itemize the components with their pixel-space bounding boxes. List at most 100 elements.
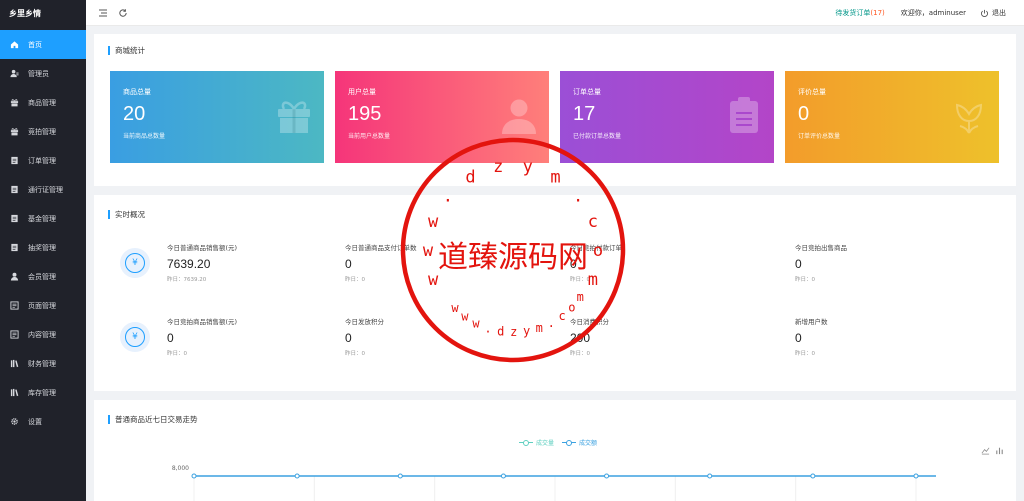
- svg-text:c: c: [588, 212, 598, 232]
- svg-text:.: .: [548, 316, 555, 330]
- sidebar-item-12[interactable]: 库存管理: [0, 378, 86, 407]
- sidebar-item-label: 首页: [28, 40, 42, 49]
- page-icon: [9, 330, 19, 340]
- realtime-value: 7639.20: [167, 257, 211, 271]
- pending-orders-link[interactable]: 待发货订单(17): [835, 8, 884, 18]
- sidebar-item-4[interactable]: 订单管理: [0, 146, 86, 175]
- y-tick-label: 8,000: [172, 465, 189, 472]
- realtime-prev: 昨日：0: [345, 351, 365, 357]
- trend-chart: 8,000: [172, 465, 936, 501]
- sidebar-item-10[interactable]: 内容管理: [0, 320, 86, 349]
- svg-text:o: o: [593, 241, 603, 261]
- svg-text:o: o: [568, 300, 575, 314]
- watermark-seal: 道臻源码网 www.dz ym.com ww w. d z y m. com: [400, 137, 626, 363]
- pending-orders-count: (17): [870, 9, 885, 17]
- sidebar-item-label: 财务管理: [28, 359, 56, 368]
- list-icon: [9, 243, 19, 253]
- sidebar-item-7[interactable]: 抽奖管理: [0, 233, 86, 262]
- realtime-value: 0: [345, 331, 352, 345]
- realtime-title: 实时概况: [115, 209, 145, 219]
- brand-title: 乡里乡情: [9, 9, 41, 18]
- list-icon: [9, 214, 19, 224]
- sidebar-item-8[interactable]: 会员管理: [0, 262, 86, 291]
- realtime-label: 今日普通商品销售额(元): [167, 244, 238, 252]
- svg-text:m: m: [588, 270, 598, 290]
- data-point[interactable]: [707, 473, 713, 479]
- user-icon: [9, 272, 19, 282]
- welcome-text: 欢迎你，adminuser: [900, 9, 966, 17]
- sidebar-item-label: 通行证管理: [28, 185, 63, 194]
- gear-icon: [9, 417, 19, 427]
- sidebar-item-2[interactable]: 商品管理: [0, 88, 86, 117]
- stat-card: 商品总量 20 当前商品总数量: [110, 71, 324, 163]
- realtime-prev: 昨日：7639.20: [167, 277, 207, 283]
- stat-card: 评价总量 0 订单评价总数量: [785, 71, 999, 163]
- gift-icon: [278, 101, 310, 133]
- refresh-icon[interactable]: [117, 7, 129, 19]
- books-icon: [9, 388, 19, 398]
- mall-stats-title: 商城统计: [115, 45, 145, 55]
- data-point[interactable]: [810, 473, 816, 479]
- svg-text:z: z: [493, 157, 503, 177]
- svg-text:m: m: [577, 290, 584, 304]
- sidebar-item-label: 订单管理: [28, 156, 56, 165]
- svg-text:y: y: [523, 157, 533, 177]
- logout-button[interactable]: 退出: [980, 8, 1006, 18]
- sidebar: 乡里乡情 首页管理员商品管理竞拍管理订单管理通行证管理基金管理抽奖管理会员管理页…: [0, 0, 86, 501]
- data-point[interactable]: [294, 473, 300, 479]
- top-bar: 待发货订单(17) 欢迎你，adminuser 退出: [86, 0, 1024, 26]
- sidebar-item-6[interactable]: 基金管理: [0, 204, 86, 233]
- svg-text:.: .: [443, 186, 453, 206]
- sidebar-item-label: 管理员: [28, 69, 49, 78]
- realtime-item: ¥ 今日普通商品销售额(元) 7639.20 昨日：7639.20: [120, 242, 340, 294]
- realtime-prev: 昨日：0: [167, 351, 187, 357]
- data-point[interactable]: [913, 473, 919, 479]
- sidebar-item-label: 基金管理: [28, 214, 56, 223]
- sidebar-item-label: 库存管理: [28, 388, 56, 397]
- sidebar-item-label: 内容管理: [28, 330, 56, 339]
- data-point[interactable]: [604, 473, 610, 479]
- sidebar-item-1[interactable]: 管理员: [0, 59, 86, 88]
- realtime-value: 0: [345, 257, 352, 271]
- admin-user-icon: [9, 69, 19, 79]
- realtime-item: 新增用户数 0 昨日：0: [795, 316, 1015, 368]
- svg-text:w: w: [451, 301, 459, 315]
- data-point[interactable]: [500, 473, 506, 479]
- gift-icon: [9, 98, 19, 108]
- data-point[interactable]: [397, 473, 403, 479]
- user-icon: [502, 99, 536, 134]
- svg-text:w: w: [428, 212, 439, 232]
- realtime-value: 0: [795, 331, 802, 345]
- svg-text:c: c: [558, 309, 565, 323]
- sidebar-item-13[interactable]: 设置: [0, 407, 86, 436]
- realtime-prev: 昨日：0: [345, 277, 365, 283]
- sidebar-item-9[interactable]: 页面管理: [0, 291, 86, 320]
- power-icon: [981, 9, 988, 17]
- clipboard-icon: [730, 97, 758, 133]
- sidebar-item-5[interactable]: 通行证管理: [0, 175, 86, 204]
- menu-toggle-icon[interactable]: [97, 7, 109, 19]
- home-icon: [9, 40, 19, 50]
- realtime-prev: 昨日：0: [795, 351, 815, 357]
- svg-text:m: m: [536, 321, 543, 335]
- svg-text:y: y: [523, 324, 530, 338]
- svg-text:d: d: [465, 167, 475, 187]
- sidebar-item-label: 页面管理: [28, 301, 56, 310]
- sidebar-item-11[interactable]: 财务管理: [0, 349, 86, 378]
- svg-text:w: w: [472, 316, 480, 330]
- trend-card: 普通商品近七日交易走势 成交量 成交额 8,000: [94, 400, 1016, 501]
- sidebar-item-label: 抽奖管理: [28, 243, 56, 252]
- watermark-text: 道臻源码网: [438, 240, 588, 275]
- sidebar-item-label: 设置: [28, 417, 42, 426]
- yuan-icon: ¥: [120, 322, 150, 352]
- realtime-prev: 昨日：0: [795, 277, 815, 283]
- svg-text:w: w: [428, 270, 439, 290]
- realtime-item: 今日竞拍出售商品 0 昨日：0: [795, 242, 1015, 294]
- sidebar-item-3[interactable]: 竞拍管理: [0, 117, 86, 146]
- page-icon: [9, 301, 19, 311]
- sidebar-item-label: 商品管理: [28, 98, 56, 107]
- sidebar-item-0[interactable]: 首页: [0, 30, 86, 59]
- realtime-label: 今日竞拍商品销售额(元): [167, 318, 238, 326]
- flower-icon: [955, 103, 983, 134]
- data-point[interactable]: [191, 473, 197, 479]
